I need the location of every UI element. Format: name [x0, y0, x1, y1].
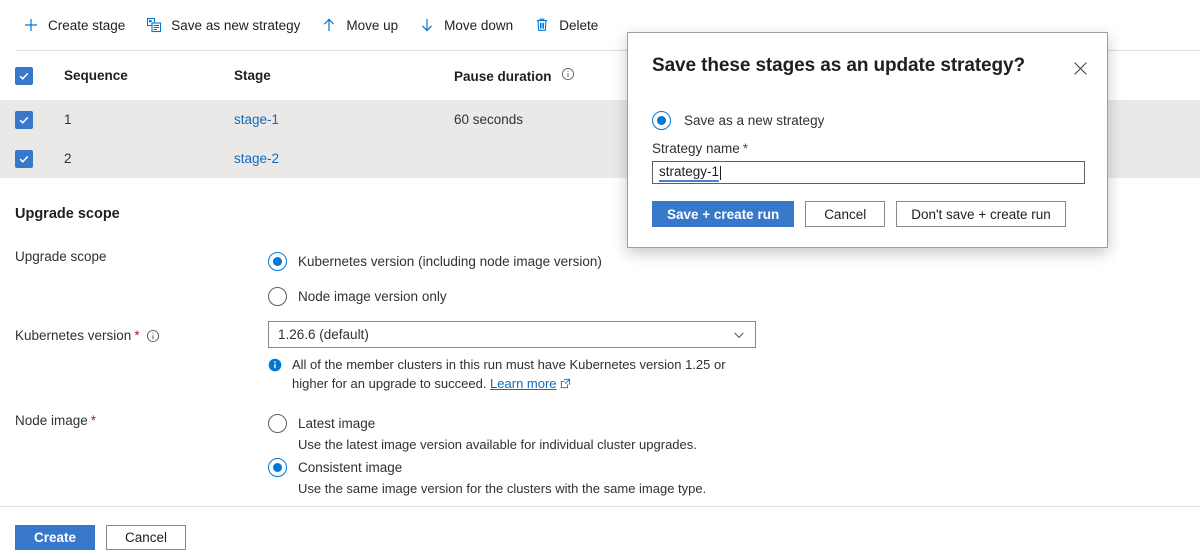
info-filled-icon — [268, 358, 282, 372]
row-checkbox[interactable] — [15, 149, 33, 168]
cell-sequence: 2 — [64, 151, 72, 166]
radio-consistent-image[interactable]: Consistent image Use the same image vers… — [268, 458, 706, 497]
cancel-button[interactable]: Cancel — [106, 525, 186, 550]
header-stage[interactable]: Stage — [234, 68, 454, 83]
pause-duration-info-icon[interactable] — [561, 67, 575, 81]
delete-button[interactable]: Delete — [533, 9, 598, 41]
arrow-up-icon — [320, 16, 338, 34]
radio-latest-image-control[interactable] — [268, 414, 287, 433]
move-down-label: Move down — [444, 17, 514, 33]
kubernetes-version-info-icon[interactable] — [146, 329, 160, 343]
radio-consistent-image-control[interactable] — [268, 458, 287, 477]
move-up-button[interactable]: Move up — [320, 9, 398, 41]
row-checkbox[interactable] — [15, 110, 33, 129]
upgrade-scope-section-title: Upgrade scope — [15, 206, 120, 222]
dialog-title: Save these stages as an update strategy? — [652, 55, 1025, 76]
chevron-down-icon — [732, 328, 746, 342]
required-indicator: * — [134, 328, 140, 343]
radio-latest-image-description: Use the latest image version available f… — [298, 437, 697, 452]
select-all-cell — [15, 66, 64, 85]
move-up-label: Move up — [346, 17, 399, 33]
kubernetes-version-field-label: Kubernetes version * — [15, 328, 160, 343]
close-icon[interactable] — [1066, 54, 1094, 82]
upgrade-scope-field-label: Upgrade scope — [15, 249, 107, 264]
trash-icon — [533, 16, 551, 34]
save-copy-icon — [145, 16, 163, 34]
external-link-icon — [560, 378, 571, 389]
footer-actions: Create Cancel — [15, 525, 186, 550]
cell-sequence: 1 — [64, 112, 72, 127]
strategy-name-input[interactable]: strategy-1 — [652, 161, 1085, 184]
radio-latest-image-label: Latest image — [298, 416, 376, 431]
save-strategy-dialog: Save these stages as an update strategy?… — [627, 32, 1108, 248]
node-image-field-label: Node image * — [15, 413, 97, 428]
create-button[interactable]: Create — [15, 525, 95, 550]
arrow-down-icon — [418, 16, 436, 34]
stage-link[interactable]: stage-1 — [234, 112, 279, 127]
footer-divider — [0, 506, 1200, 507]
dialog-actions: Save + create run Cancel Don't save + cr… — [652, 201, 1066, 227]
radio-save-as-new-strategy[interactable]: Save as a new strategy — [652, 111, 824, 130]
row-select-cell — [15, 149, 64, 168]
row-select-cell — [15, 110, 64, 129]
stage-link[interactable]: stage-2 — [234, 151, 279, 166]
radio-kubernetes-version[interactable]: Kubernetes version (including node image… — [268, 252, 602, 271]
save-as-new-strategy-button[interactable]: Save as new strategy — [145, 9, 300, 41]
header-sequence[interactable]: Sequence — [64, 68, 234, 83]
dialog-cancel-button[interactable]: Cancel — [805, 201, 886, 227]
kubernetes-version-hint: All of the member clusters in this run m… — [268, 355, 728, 393]
save-as-new-strategy-label: Save as new strategy — [171, 17, 301, 33]
create-stage-button[interactable]: Create stage — [22, 9, 125, 41]
create-stage-label: Create stage — [48, 17, 126, 33]
strategy-name-label: Strategy name * — [652, 141, 749, 156]
text-cursor — [720, 165, 722, 180]
cell-stage: stage-2 — [234, 151, 454, 166]
plus-icon — [22, 16, 40, 34]
strategy-name-value: strategy-1 — [659, 164, 720, 182]
radio-save-as-new-strategy-control[interactable] — [652, 111, 671, 130]
save-create-run-button[interactable]: Save + create run — [652, 201, 795, 227]
radio-consistent-image-description: Use the same image version for the clust… — [298, 481, 707, 496]
radio-kubernetes-version-label: Kubernetes version (including node image… — [298, 254, 602, 269]
kubernetes-version-select[interactable]: 1.26.6 (default) — [268, 321, 756, 348]
required-indicator: * — [742, 141, 749, 156]
required-indicator: * — [90, 413, 97, 428]
learn-more-link[interactable]: Learn more — [490, 376, 556, 391]
select-all-checkbox[interactable] — [15, 66, 33, 85]
radio-latest-image[interactable]: Latest image Use the latest image versio… — [268, 414, 697, 453]
radio-node-image-version-only-label: Node image version only — [298, 289, 447, 304]
delete-label: Delete — [559, 17, 599, 33]
cell-stage: stage-1 — [234, 112, 454, 127]
hint-text: All of the member clusters in this run m… — [292, 357, 726, 391]
radio-save-as-new-strategy-label: Save as a new strategy — [684, 113, 825, 128]
radio-node-image-version-only-control[interactable] — [268, 287, 287, 306]
dont-save-create-run-button[interactable]: Don't save + create run — [896, 201, 1066, 227]
move-down-button[interactable]: Move down — [418, 9, 513, 41]
radio-node-image-version-only[interactable]: Node image version only — [268, 287, 447, 306]
radio-kubernetes-version-control[interactable] — [268, 252, 287, 271]
kubernetes-version-selected-value: 1.26.6 (default) — [278, 327, 369, 342]
radio-consistent-image-label: Consistent image — [298, 460, 403, 475]
